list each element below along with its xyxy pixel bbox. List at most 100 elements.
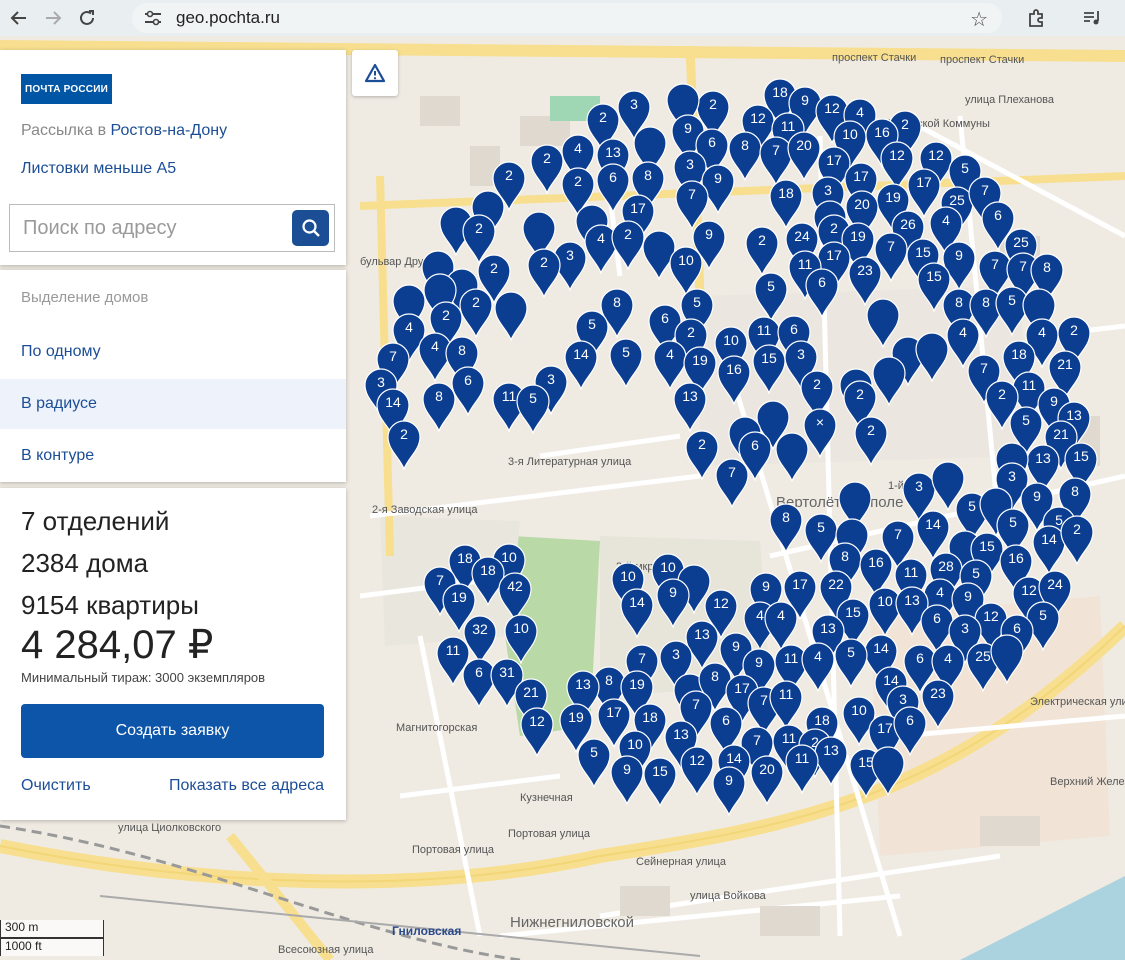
house-marker-count: 11 bbox=[778, 686, 794, 702]
house-marker[interactable]: 16 bbox=[714, 353, 754, 405]
scale-imperial: 1000 ft bbox=[0, 938, 104, 956]
house-marker[interactable]: 11 bbox=[782, 742, 822, 794]
create-order-button[interactable]: Создать заявку bbox=[21, 704, 324, 758]
house-marker-count: 2 bbox=[813, 376, 821, 392]
selection-title: Выделение домов bbox=[21, 289, 149, 306]
map-scale: 300 m 1000 ft bbox=[0, 920, 104, 956]
house-marker[interactable] bbox=[912, 330, 952, 382]
house-marker[interactable]: 5 bbox=[513, 382, 553, 434]
house-marker-count: × bbox=[815, 414, 825, 430]
house-marker-count: 8 bbox=[458, 342, 466, 358]
mode-contour[interactable]: В контуре bbox=[0, 431, 346, 481]
media-controls-icon[interactable] bbox=[1077, 3, 1107, 33]
house-marker-count: 16 bbox=[726, 361, 742, 377]
house-marker-count: 7 bbox=[981, 182, 989, 198]
house-marker-count: 7 bbox=[894, 526, 902, 542]
house-marker-count: 6 bbox=[609, 169, 617, 185]
house-marker-count: 16 bbox=[874, 124, 890, 140]
report-problem-button[interactable] bbox=[352, 50, 398, 96]
house-marker[interactable]: 9 bbox=[709, 764, 749, 816]
house-marker[interactable]: 2 bbox=[384, 418, 424, 470]
house-marker[interactable]: 5 bbox=[831, 636, 871, 688]
house-marker-count: 2 bbox=[599, 109, 607, 125]
total-price: 4 284,07 ₽ bbox=[21, 623, 214, 667]
house-marker[interactable] bbox=[987, 632, 1027, 684]
house-marker[interactable]: 5 bbox=[606, 336, 646, 388]
house-marker-count: 9 bbox=[725, 772, 733, 788]
house-marker-count: 18 bbox=[1011, 346, 1027, 362]
house-marker[interactable]: 13 bbox=[670, 380, 710, 432]
extensions-icon[interactable] bbox=[1021, 3, 1051, 33]
house-marker-count: 7 bbox=[389, 348, 397, 364]
address-search bbox=[9, 204, 335, 252]
house-marker[interactable]: 14 bbox=[617, 586, 657, 638]
house-marker-count: 17 bbox=[606, 704, 622, 720]
search-button[interactable] bbox=[292, 210, 329, 246]
house-marker[interactable]: 12 bbox=[517, 705, 557, 757]
house-marker-count: 19 bbox=[451, 589, 467, 605]
scale-metric: 300 m bbox=[0, 920, 104, 938]
product-selector[interactable]: Листовки меньше А5 bbox=[21, 160, 176, 178]
house-marker[interactable] bbox=[772, 430, 812, 482]
house-marker-count: 5 bbox=[1009, 514, 1017, 530]
house-marker[interactable]: 15 bbox=[640, 755, 680, 807]
mode-single[interactable]: По одному bbox=[0, 327, 346, 377]
clear-link[interactable]: Очистить bbox=[21, 777, 91, 795]
house-marker-count: 8 bbox=[1071, 483, 1079, 499]
house-marker-count: 5 bbox=[588, 316, 596, 332]
houses-count: 2384 дома bbox=[21, 548, 149, 578]
address-bar[interactable]: geo.pochta.ru ☆ bbox=[132, 3, 1002, 33]
house-marker[interactable] bbox=[868, 744, 908, 796]
url-text: geo.pochta.ru bbox=[176, 8, 280, 27]
house-marker[interactable]: 8 bbox=[419, 380, 459, 432]
house-marker[interactable]: 20 bbox=[747, 753, 787, 805]
house-marker-count: 6 bbox=[751, 437, 759, 453]
show-all-addresses-link[interactable]: Показать все адреса bbox=[169, 777, 324, 795]
bookmark-star-icon[interactable]: ☆ bbox=[970, 7, 988, 32]
search-input[interactable] bbox=[10, 205, 290, 251]
house-marker-count: 15 bbox=[1073, 448, 1089, 464]
site-settings-icon[interactable] bbox=[138, 3, 168, 33]
mailing-prefix: Рассылка в bbox=[21, 122, 107, 139]
forward-icon[interactable] bbox=[38, 3, 68, 33]
house-marker-count: 9 bbox=[1033, 488, 1041, 504]
house-marker-count: 2 bbox=[1073, 521, 1081, 537]
house-marker[interactable]: 2 bbox=[851, 414, 891, 466]
house-marker-count: 15 bbox=[652, 763, 668, 779]
house-marker-count: 2 bbox=[698, 436, 706, 452]
house-marker-count: 3 bbox=[797, 346, 805, 362]
house-marker-count: 23 bbox=[857, 262, 873, 278]
house-marker[interactable]: 6 bbox=[802, 266, 842, 318]
house-marker-count: 21 bbox=[1057, 356, 1073, 372]
mailing-city-line: Рассылка в Ростов-на-Дону bbox=[21, 122, 227, 140]
browser-toolbar: geo.pochta.ru ☆ bbox=[0, 0, 1125, 36]
pochta-logo[interactable]: ПОЧТА РОССИИ bbox=[21, 74, 112, 104]
back-icon[interactable] bbox=[4, 3, 34, 33]
house-marker-count: 8 bbox=[435, 388, 443, 404]
house-marker-count: 2 bbox=[400, 426, 408, 442]
house-marker-count: 13 bbox=[575, 676, 591, 692]
min-run-note: Минимальный тираж: 3000 экземпляров bbox=[21, 670, 266, 685]
house-marker[interactable]: 2 bbox=[742, 224, 782, 276]
house-marker-count: 2 bbox=[758, 232, 766, 248]
house-marker-count: 11 bbox=[794, 750, 810, 766]
reload-icon[interactable] bbox=[72, 3, 102, 33]
mode-radius[interactable]: В радиусе bbox=[0, 379, 346, 429]
house-marker-count: 2 bbox=[867, 422, 875, 438]
house-marker[interactable]: 7 bbox=[712, 456, 752, 508]
offices-count: 7 отделений bbox=[21, 506, 170, 536]
house-marker-count: 2 bbox=[475, 220, 483, 236]
house-marker-count: 5 bbox=[622, 344, 630, 360]
house-marker-count: 12 bbox=[713, 595, 729, 611]
house-marker-count: 8 bbox=[1043, 259, 1051, 275]
city-selector[interactable]: Ростов-на-Дону bbox=[111, 122, 228, 139]
house-marker[interactable] bbox=[491, 289, 531, 341]
house-marker[interactable]: 8 bbox=[766, 501, 806, 553]
house-marker-count: 13 bbox=[673, 726, 689, 742]
house-marker-count: 6 bbox=[790, 321, 798, 337]
house-marker-count: 10 bbox=[513, 620, 529, 636]
house-marker-count: 14 bbox=[573, 346, 589, 362]
house-marker[interactable]: 2 bbox=[1057, 513, 1097, 565]
search-icon bbox=[301, 219, 320, 237]
house-marker-count: 2 bbox=[856, 386, 864, 402]
